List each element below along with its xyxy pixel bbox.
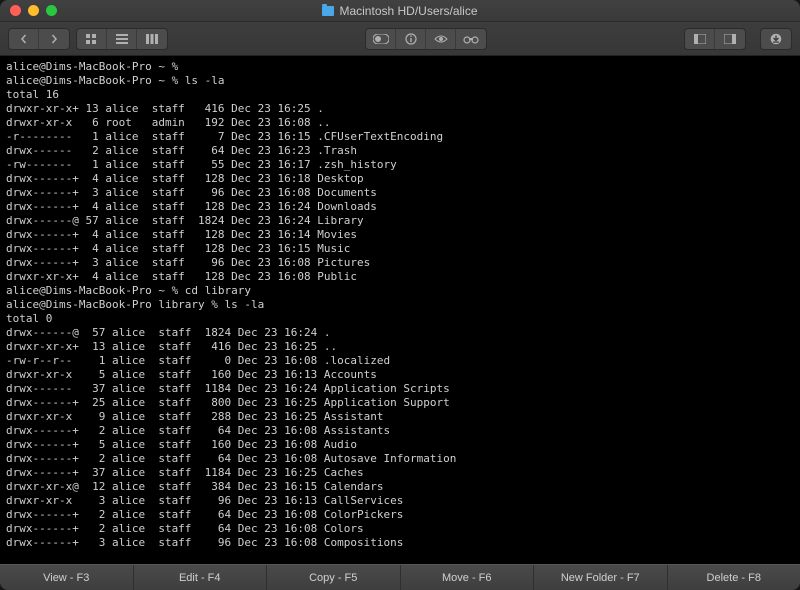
delete-button[interactable]: Delete - F8 — [668, 565, 800, 590]
window-title: Macintosh HD/Users/alice — [339, 4, 477, 18]
terminal-line: drwx------ 37 alice staff 1184 Dec 23 16… — [6, 382, 794, 396]
terminal-line: total 16 — [6, 88, 794, 102]
close-icon[interactable] — [10, 5, 21, 16]
terminal-line: alice@Dims-MacBook-Pro ~ % cd library — [6, 284, 794, 298]
terminal-line: drwxr-xr-x+ 4 alice staff 128 Dec 23 16:… — [6, 270, 794, 284]
terminal-line: drwx------@ 57 alice staff 1824 Dec 23 1… — [6, 214, 794, 228]
window-title-area: Macintosh HD/Users/alice — [0, 4, 800, 18]
terminal-output[interactable]: alice@Dims-MacBook-Pro ~ %alice@Dims-Mac… — [0, 56, 800, 564]
copy-button[interactable]: Copy - F5 — [267, 565, 401, 590]
terminal-line: drwx------ 2 alice staff 64 Dec 23 16:23… — [6, 144, 794, 158]
bottom-toolbar: View - F3 Edit - F4 Copy - F5 Move - F6 … — [0, 564, 800, 590]
column-view-button[interactable] — [137, 29, 167, 49]
view-button[interactable]: View - F3 — [0, 565, 134, 590]
preview-icon[interactable] — [426, 29, 456, 49]
terminal-line: drwx------+ 37 alice staff 1184 Dec 23 1… — [6, 466, 794, 480]
terminal-line: -rw------- 1 alice staff 55 Dec 23 16:17… — [6, 158, 794, 172]
toggle-button[interactable] — [366, 29, 396, 49]
nav-group — [8, 28, 70, 50]
icon-view-button[interactable] — [77, 29, 107, 49]
terminal-line: -r-------- 1 alice staff 7 Dec 23 16:15 … — [6, 130, 794, 144]
terminal-line: drwx------+ 4 alice staff 128 Dec 23 16:… — [6, 172, 794, 186]
center-group — [365, 28, 487, 50]
terminal-line: drwx------+ 2 alice staff 64 Dec 23 16:0… — [6, 424, 794, 438]
terminal-line: drwxr-xr-x 5 alice staff 160 Dec 23 16:1… — [6, 368, 794, 382]
terminal-line: drwx------+ 4 alice staff 128 Dec 23 16:… — [6, 228, 794, 242]
new-folder-button[interactable]: New Folder - F7 — [534, 565, 668, 590]
terminal-line: drwxr-xr-x 6 root admin 192 Dec 23 16:08… — [6, 116, 794, 130]
terminal-line: alice@Dims-MacBook-Pro library % ls -la — [6, 298, 794, 312]
download-group — [760, 28, 792, 50]
terminal-line: drwx------+ 5 alice staff 160 Dec 23 16:… — [6, 438, 794, 452]
back-button[interactable] — [9, 29, 39, 49]
terminal-line: drwxr-xr-x@ 12 alice staff 384 Dec 23 16… — [6, 480, 794, 494]
view-mode-group — [76, 28, 168, 50]
forward-button[interactable] — [39, 29, 69, 49]
terminal-line: drwxr-xr-x+ 13 alice staff 416 Dec 23 16… — [6, 340, 794, 354]
titlebar: Macintosh HD/Users/alice — [0, 0, 800, 22]
terminal-line: drwx------+ 3 alice staff 96 Dec 23 16:0… — [6, 536, 794, 550]
traffic-lights — [0, 5, 57, 16]
terminal-line: total 0 — [6, 312, 794, 326]
terminal-line: drwx------+ 4 alice staff 128 Dec 23 16:… — [6, 200, 794, 214]
terminal-line: drwx------@ 57 alice staff 1824 Dec 23 1… — [6, 326, 794, 340]
maximize-icon[interactable] — [46, 5, 57, 16]
folder-icon — [322, 6, 334, 16]
binoculars-icon[interactable] — [456, 29, 486, 49]
info-icon[interactable] — [396, 29, 426, 49]
terminal-line: drwx------+ 3 alice staff 96 Dec 23 16:0… — [6, 186, 794, 200]
edit-button[interactable]: Edit - F4 — [134, 565, 268, 590]
terminal-line: drwxr-xr-x 3 alice staff 96 Dec 23 16:13… — [6, 494, 794, 508]
minimize-icon[interactable] — [28, 5, 39, 16]
terminal-line: drwx------+ 25 alice staff 800 Dec 23 16… — [6, 396, 794, 410]
terminal-line: drwx------+ 2 alice staff 64 Dec 23 16:0… — [6, 508, 794, 522]
terminal-line: drwxr-xr-x+ 13 alice staff 416 Dec 23 16… — [6, 102, 794, 116]
terminal-line: alice@Dims-MacBook-Pro ~ % ls -la — [6, 74, 794, 88]
move-button[interactable]: Move - F6 — [401, 565, 535, 590]
panel-left-icon[interactable] — [685, 29, 715, 49]
app-window: Macintosh HD/Users/alice — [0, 0, 800, 590]
terminal-line: drwx------+ 4 alice staff 128 Dec 23 16:… — [6, 242, 794, 256]
terminal-line: alice@Dims-MacBook-Pro ~ % — [6, 60, 794, 74]
terminal-line: drwxr-xr-x 9 alice staff 288 Dec 23 16:2… — [6, 410, 794, 424]
list-view-button[interactable] — [107, 29, 137, 49]
terminal-line: drwx------+ 2 alice staff 64 Dec 23 16:0… — [6, 452, 794, 466]
panel-right-icon[interactable] — [715, 29, 745, 49]
download-icon[interactable] — [761, 29, 791, 49]
terminal-line: drwx------+ 3 alice staff 96 Dec 23 16:0… — [6, 256, 794, 270]
toolbar — [0, 22, 800, 56]
terminal-line: drwx------+ 2 alice staff 64 Dec 23 16:0… — [6, 522, 794, 536]
terminal-line: -rw-r--r-- 1 alice staff 0 Dec 23 16:08 … — [6, 354, 794, 368]
right-group — [684, 28, 746, 50]
